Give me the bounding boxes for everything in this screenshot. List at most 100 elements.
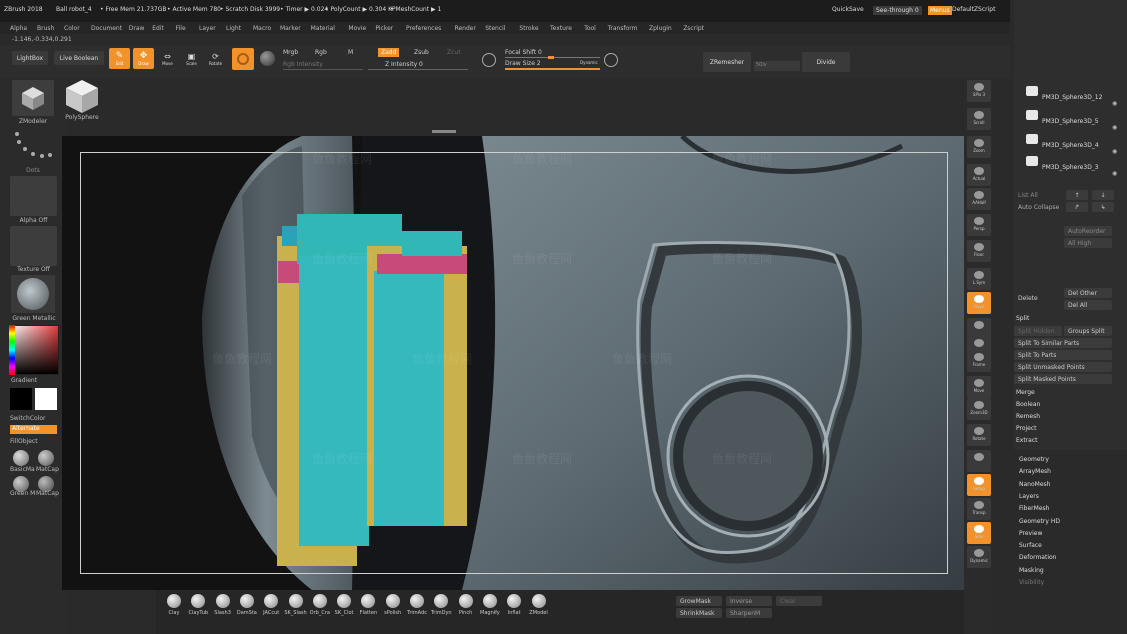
dots-stroke-icon[interactable] <box>12 130 54 164</box>
right-shelf-button-3[interactable]: Actual <box>967 164 991 186</box>
move-bottom-arrow-icon[interactable]: ↳ <box>1092 202 1114 212</box>
rgb-intensity-slider[interactable]: Rgb Intensity <box>283 61 323 68</box>
see-through-slider[interactable]: See-through 0 <box>873 6 922 15</box>
quicksave-button[interactable]: QuickSave <box>832 6 864 13</box>
zcut-button[interactable]: Zcut <box>447 49 461 56</box>
list-all-button[interactable]: List All <box>1014 190 1058 200</box>
right-shelf-button-11[interactable]: Frame <box>967 350 991 372</box>
tool-section-surface[interactable]: Surface <box>1019 542 1042 549</box>
focal-shift-slider[interactable]: Focal Shift 0 <box>505 49 542 56</box>
menu-material[interactable]: Material <box>311 25 335 32</box>
edit-button[interactable]: ✎ Edit <box>109 48 130 69</box>
menu-zplugin[interactable]: Zplugin <box>649 25 672 32</box>
right-shelf-button-6[interactable]: Floor <box>967 240 991 262</box>
default-zscript-button[interactable]: DefaultZScript <box>952 6 995 13</box>
zremesher-target-slider[interactable]: 50lv <box>754 61 800 71</box>
brush-magnify[interactable]: Magnify <box>478 594 502 622</box>
menu-zscript[interactable]: Zscript <box>683 25 704 32</box>
menu-alpha[interactable]: Alpha <box>10 25 27 32</box>
subtool-item[interactable]: PM3D_Sphere3D_5 ◉ <box>1024 108 1124 131</box>
groups-split-button[interactable]: Groups Split <box>1064 326 1112 336</box>
eye-icon[interactable]: ◉ <box>1112 124 1117 131</box>
menu-draw[interactable]: Draw <box>129 25 145 32</box>
brush-spolish[interactable]: sPolish <box>381 594 405 622</box>
zsub-button[interactable]: Zsub <box>414 49 429 56</box>
menu-edit[interactable]: Edit <box>152 25 164 32</box>
brush-orb-cra[interactable]: Orb_Cra <box>308 594 332 622</box>
menu-brush[interactable]: Brush <box>37 25 54 32</box>
rotate-button[interactable]: ⟳ Rotate <box>205 48 226 69</box>
subtool-item[interactable]: PM3D_Sphere3D_3 ◉ <box>1024 154 1124 177</box>
clear-mask-button[interactable]: Clear <box>776 596 822 606</box>
project-section[interactable]: Project <box>1016 425 1037 432</box>
brush-claytub[interactable]: ClayTub <box>186 594 210 622</box>
tool-section-visibility[interactable]: Visibility <box>1019 579 1044 586</box>
delete-button[interactable]: Delete <box>1014 288 1062 308</box>
auto-collapse-button[interactable]: Auto Collapse <box>1014 202 1064 212</box>
tool-section-geometry-hd[interactable]: Geometry HD <box>1019 518 1060 525</box>
subtool-item[interactable]: PM3D_Sphere3D_12 ◉ <box>1024 84 1124 107</box>
zadd-button[interactable]: Zadd <box>378 48 400 57</box>
move-top-arrow-icon[interactable]: ↱ <box>1066 202 1088 212</box>
right-shelf-button-16[interactable]: Setup <box>967 474 991 496</box>
tool-section-deformation[interactable]: Deformation <box>1019 554 1056 561</box>
zmodeler-brush-button[interactable] <box>12 80 54 116</box>
eye-icon[interactable]: ◉ <box>1112 170 1117 177</box>
remesh-section[interactable]: Remesh <box>1016 413 1040 420</box>
brush-inflat[interactable]: Inflat <box>502 594 526 622</box>
eye-icon[interactable]: ◉ <box>1112 100 1117 107</box>
split-hidden-button[interactable]: Split Hidden <box>1014 326 1062 336</box>
sharpen-mask-button[interactable]: SharpenM <box>726 608 772 618</box>
split-unmasked-button[interactable]: Split Unmasked Points <box>1014 362 1112 372</box>
focal-shift-knob[interactable] <box>548 56 554 59</box>
lightbox-button[interactable]: LightBox <box>12 51 48 65</box>
brush-damsta[interactable]: DamSta <box>235 594 259 622</box>
color-picker[interactable] <box>9 325 59 375</box>
rgb-button[interactable]: Rgb <box>315 49 327 56</box>
mrgb-button[interactable]: Mrgb <box>283 49 298 56</box>
menu-render[interactable]: Render <box>455 25 476 32</box>
shrink-mask-button[interactable]: ShrinkMask <box>676 608 722 618</box>
secondary-color-swatch[interactable] <box>35 388 57 410</box>
matcap-icon[interactable] <box>38 450 54 466</box>
texture-slot[interactable] <box>10 226 57 266</box>
inverse-mask-button[interactable]: Inverse <box>726 596 772 606</box>
menu-file[interactable]: File <box>176 25 186 32</box>
switch-color-button[interactable]: SwitchColor <box>10 415 58 422</box>
subtool-item[interactable]: PM3D_Sphere3D_4 ◉ <box>1024 132 1124 155</box>
menu-stencil[interactable]: Stencil <box>485 25 505 32</box>
z-intensity-slider[interactable]: Z Intensity 0 <box>385 61 423 68</box>
extract-section[interactable]: Extract <box>1016 437 1038 444</box>
tool-section-preview[interactable]: Preview <box>1019 530 1042 537</box>
scale-button[interactable]: ▣ Scale <box>181 48 202 69</box>
basic-material-icon[interactable] <box>13 450 29 466</box>
menu-color[interactable]: Color <box>64 25 80 32</box>
all-high-button[interactable]: All High <box>1064 238 1112 248</box>
zremesher-button[interactable]: ZRemesher <box>703 52 751 72</box>
m-button[interactable]: M <box>348 49 353 56</box>
brush-clay[interactable]: Clay <box>162 594 186 622</box>
draw-button[interactable]: ✥ Draw <box>133 48 154 69</box>
brush-trimadc[interactable]: TrimAdc <box>405 594 429 622</box>
split-section-header[interactable]: Split <box>1016 315 1029 322</box>
alpha-slot[interactable] <box>10 176 57 216</box>
live-boolean-button[interactable]: Live Boolean <box>54 51 104 65</box>
canvas-viewport[interactable]: 鱼鱼教程网 鱼鱼教程网 鱼鱼教程网 鱼鱼教程网 鱼鱼教程网 鱼鱼教程网 鱼鱼教程… <box>62 130 966 590</box>
right-shelf-button-4[interactable]: AAHalf <box>967 188 991 210</box>
auto-reorder-button[interactable]: AutoReorder <box>1064 226 1112 236</box>
brush-sk-slash[interactable]: SK_Slash <box>284 594 308 622</box>
menu-layer[interactable]: Layer <box>199 25 216 32</box>
polysphere-thumbnail[interactable] <box>64 78 100 114</box>
texture-sphere-icon[interactable] <box>260 51 275 66</box>
brush-flatten[interactable]: Flatten <box>356 594 380 622</box>
right-shelf-button-2[interactable]: Zoom <box>967 136 991 158</box>
menu-transform[interactable]: Transform <box>608 25 638 32</box>
del-all-button[interactable]: Del All <box>1064 300 1112 310</box>
draw-size-slider[interactable]: Draw Size 2 <box>505 60 541 67</box>
tool-section-masking[interactable]: Masking <box>1019 567 1044 574</box>
divide-button[interactable]: Divide <box>802 52 850 72</box>
move-down-arrow-icon[interactable]: ↓ <box>1092 190 1114 200</box>
menu-marker[interactable]: Marker <box>280 25 301 32</box>
menu-macro[interactable]: Macro <box>253 25 271 32</box>
split-masked-button[interactable]: Split Masked Points <box>1014 374 1112 384</box>
